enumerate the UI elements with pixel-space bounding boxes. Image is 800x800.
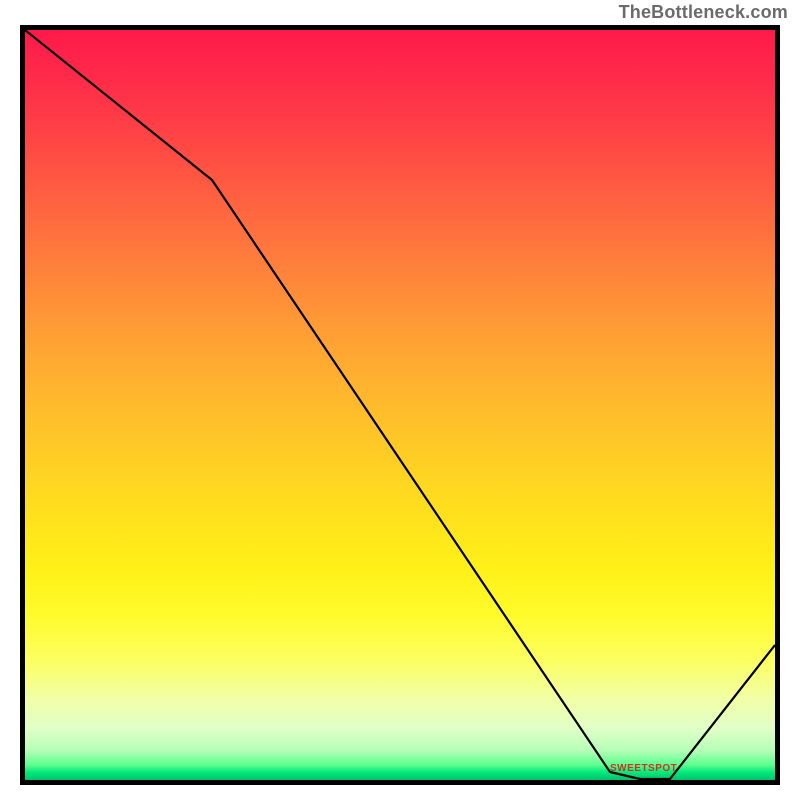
watermark-text: TheBottleneck.com <box>619 2 788 23</box>
chart-line-series <box>25 30 775 779</box>
annotation-sweetspot: SWEETSPOT <box>610 763 677 774</box>
chart-plot-area: SWEETSPOT <box>20 25 780 785</box>
chart-svg: SWEETSPOT <box>25 30 775 780</box>
